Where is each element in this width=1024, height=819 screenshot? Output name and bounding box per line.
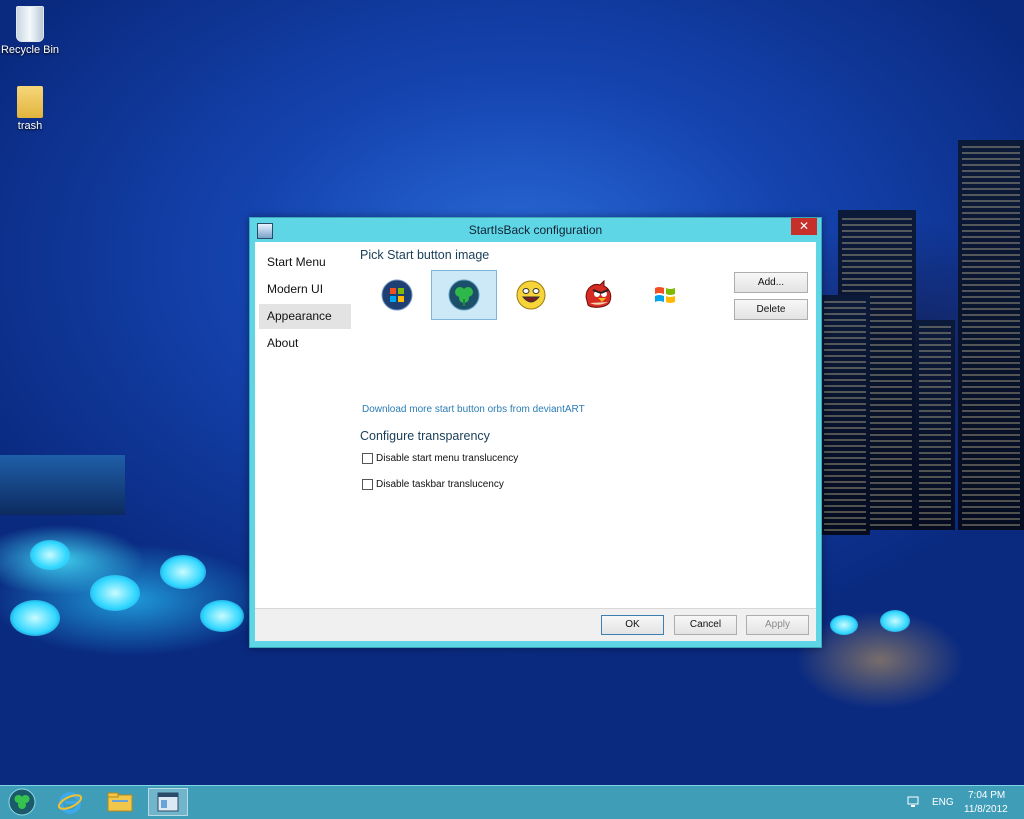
orb-gallery bbox=[364, 270, 734, 320]
sidebar-item-modern-ui[interactable]: Modern UI bbox=[259, 277, 351, 302]
start-orb-icon bbox=[8, 788, 36, 816]
transparency-heading: Configure transparency bbox=[360, 429, 490, 443]
desktop-icon-label: Recycle Bin bbox=[0, 44, 60, 56]
network-icon[interactable] bbox=[907, 795, 921, 809]
checkbox-label: Disable start menu translucency bbox=[376, 453, 519, 464]
recycle-bin-icon bbox=[16, 6, 44, 42]
add-orb-button[interactable]: Add... bbox=[734, 272, 808, 293]
orb-option-windows-flag[interactable] bbox=[632, 270, 698, 320]
window-title: StartIsBack configuration bbox=[468, 223, 603, 237]
clock-time[interactable]: 7:04 PM bbox=[968, 790, 1005, 801]
language-indicator[interactable]: ENG bbox=[932, 797, 954, 808]
file-explorer-icon bbox=[107, 792, 133, 812]
cancel-button[interactable]: Cancel bbox=[674, 615, 737, 635]
checkbox-box[interactable] bbox=[362, 453, 373, 464]
sidebar-nav: Start Menu Modern UI Appearance About bbox=[255, 242, 355, 358]
sidebar-item-about[interactable]: About bbox=[259, 331, 351, 356]
windows7-orb-icon bbox=[381, 279, 413, 311]
taskbar-startisback-config[interactable] bbox=[148, 788, 188, 816]
desktop-icon-recycle-bin[interactable]: Recycle Bin bbox=[0, 6, 62, 56]
checkbox-box[interactable] bbox=[362, 479, 373, 490]
orb-option-windows7[interactable] bbox=[364, 270, 430, 320]
angry-bird-icon bbox=[585, 279, 612, 308]
delete-orb-button[interactable]: Delete bbox=[734, 299, 808, 320]
dialog-footer: OK Cancel Apply bbox=[255, 608, 816, 641]
desktop-icon-trash-folder[interactable]: trash bbox=[0, 86, 62, 132]
startisback-config-icon bbox=[157, 792, 179, 812]
startisback-config-window: StartIsBack configuration ✕ Start Menu M… bbox=[249, 217, 822, 648]
taskbar-internet-explorer[interactable] bbox=[50, 788, 90, 816]
smiley-face-icon bbox=[516, 280, 546, 310]
sidebar-item-appearance[interactable]: Appearance bbox=[259, 304, 351, 329]
clock-date[interactable]: 11/8/2012 bbox=[964, 804, 1008, 815]
sidebar-item-start-menu[interactable]: Start Menu bbox=[259, 250, 351, 275]
download-orbs-link[interactable]: Download more start button orbs from dev… bbox=[362, 404, 585, 415]
close-button[interactable]: ✕ bbox=[791, 218, 817, 235]
disable-start-menu-translucency-checkbox[interactable]: Disable start menu translucency bbox=[362, 453, 518, 464]
window-client-area: Start Menu Modern UI Appearance About Pi… bbox=[255, 242, 816, 641]
internet-explorer-icon bbox=[57, 792, 83, 814]
appearance-panel: Pick Start button image Add... Delete Do… bbox=[360, 248, 816, 490]
ok-button[interactable]: OK bbox=[601, 615, 664, 635]
desktop-icon-label: trash bbox=[17, 120, 43, 132]
shamrock-orb-icon bbox=[448, 279, 480, 311]
taskbar: ENG 7:04 PM 11/8/2012 bbox=[0, 785, 1024, 819]
orb-option-angry-bird[interactable] bbox=[565, 270, 631, 320]
start-button[interactable] bbox=[2, 788, 42, 816]
checkbox-label: Disable taskbar translucency bbox=[376, 479, 504, 490]
folder-icon bbox=[17, 86, 43, 118]
start-button-heading: Pick Start button image bbox=[360, 248, 490, 262]
title-bar[interactable]: StartIsBack configuration ✕ bbox=[250, 218, 821, 242]
taskbar-file-explorer[interactable] bbox=[100, 788, 140, 816]
disable-taskbar-translucency-checkbox[interactable]: Disable taskbar translucency bbox=[362, 479, 504, 490]
apply-button[interactable]: Apply bbox=[746, 615, 809, 635]
orb-option-shamrock[interactable] bbox=[431, 270, 497, 320]
orb-option-smiley[interactable] bbox=[498, 270, 564, 320]
windows-flag-icon bbox=[655, 287, 675, 303]
